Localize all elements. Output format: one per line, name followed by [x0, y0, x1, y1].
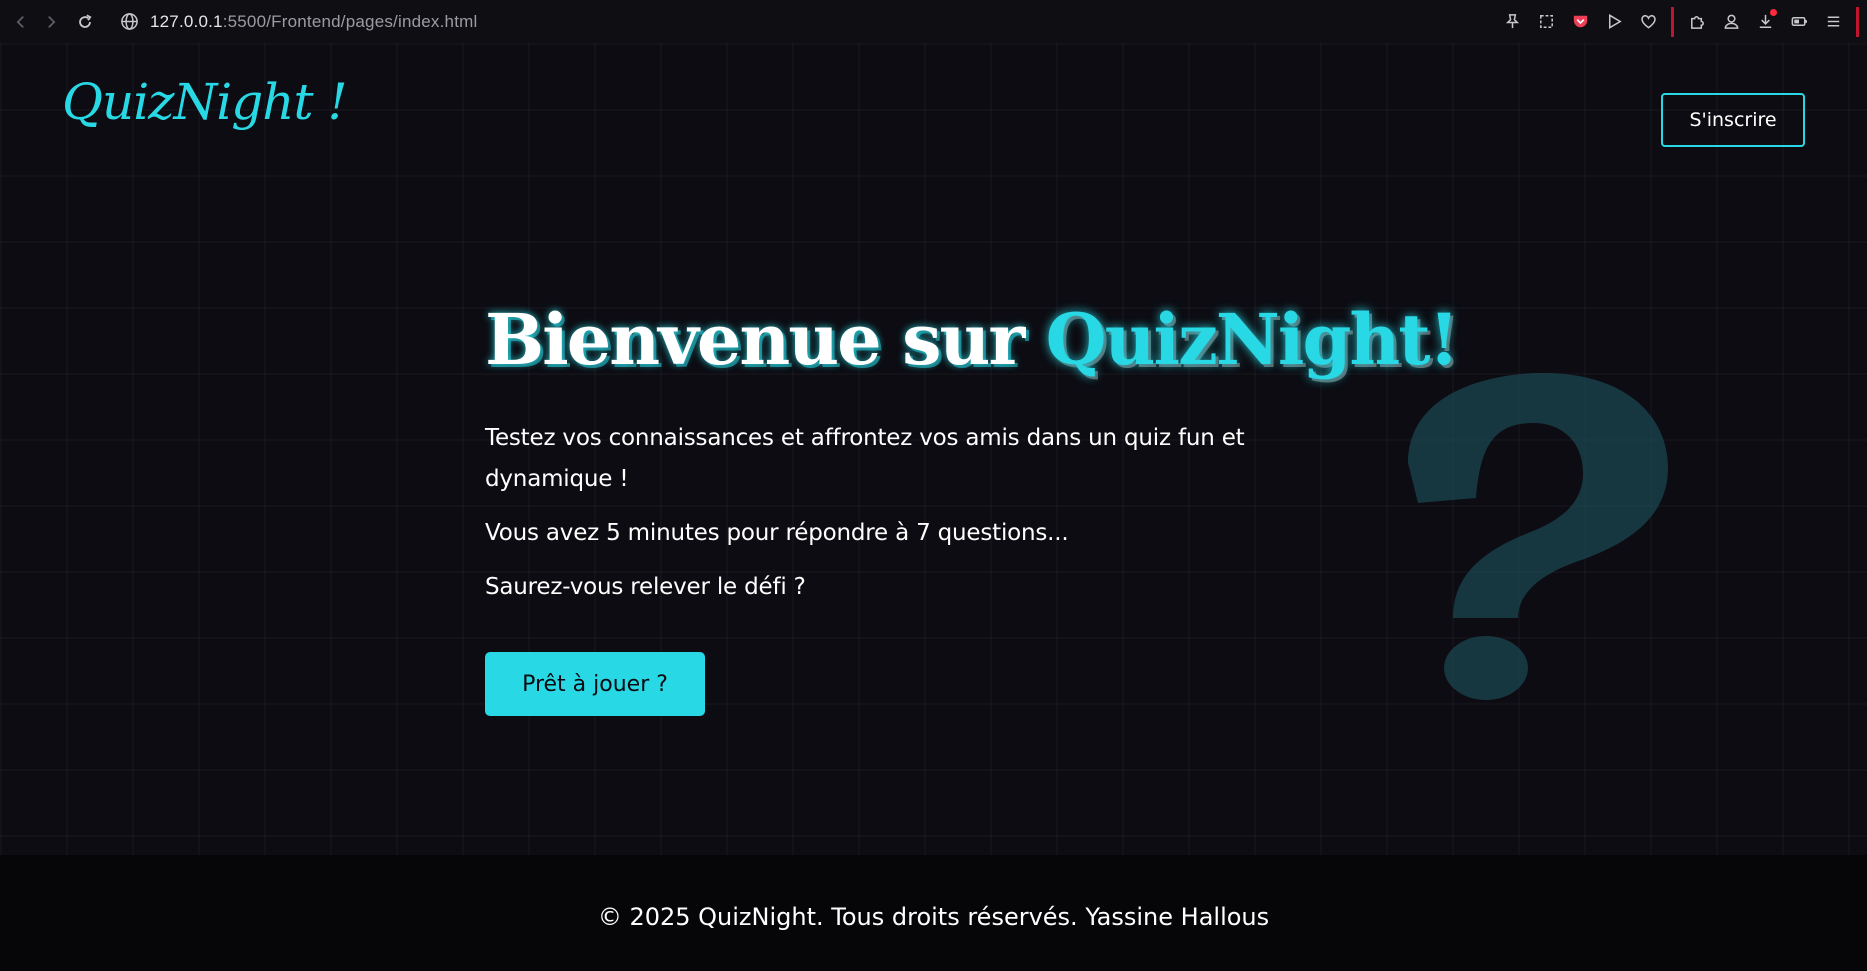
hero-title-accent: QuizNight! [1045, 298, 1460, 381]
screenshot-icon[interactable] [1529, 5, 1563, 39]
pocket-icon[interactable] [1563, 5, 1597, 39]
account-icon[interactable] [1714, 5, 1748, 39]
site-logo[interactable]: QuizNight ! [62, 73, 348, 131]
toolbar-divider [1671, 6, 1674, 37]
puzzle-icon[interactable] [1680, 5, 1714, 39]
url-path: :5500/Frontend/pages/index.html [222, 11, 478, 31]
chevron-left-icon [16, 15, 24, 28]
download-icon[interactable] [1748, 5, 1782, 39]
browser-toolbar: 127.0.0.1:5500/Frontend/pages/index.html [0, 0, 1867, 43]
hero-challenge-text: Saurez-vous relever le défi ? [485, 574, 806, 600]
toolbar-edge-marker [1856, 6, 1859, 37]
play-button[interactable]: Prêt à jouer ? [485, 652, 705, 716]
url-host: 127.0.0.1 [150, 11, 223, 31]
globe-icon [118, 11, 140, 33]
reload-button[interactable] [70, 7, 100, 37]
extension-toolbar [1495, 0, 1859, 43]
hero-intro-text: Testez vos connaissances et affrontez vo… [485, 425, 1245, 492]
site-footer: © 2025 QuizNight. Tous droits réservés. … [0, 855, 1867, 971]
forward-button[interactable] [36, 7, 66, 37]
battery-icon[interactable] [1782, 5, 1816, 39]
hero-rules-text: Vous avez 5 minutes pour répondre à 7 qu… [485, 520, 1069, 546]
page-viewport: QuizNight ! S'inscrire Bienvenue sur Qui… [0, 43, 1867, 971]
hero-title: Bienvenue sur QuizNight! [485, 298, 1459, 382]
play-icon[interactable] [1597, 5, 1631, 39]
hero-section: Bienvenue sur QuizNight! Testez vos conn… [485, 298, 1459, 716]
chevron-right-icon [48, 15, 56, 28]
signup-button[interactable]: S'inscrire [1661, 93, 1805, 147]
reload-icon [79, 13, 92, 28]
menu-icon[interactable] [1816, 5, 1850, 39]
download-badge [1770, 8, 1777, 16]
hero-title-prefix: Bienvenue sur [485, 298, 1025, 381]
footer-copyright: © 2025 QuizNight. Tous droits réservés. … [597, 903, 1270, 931]
site-header: QuizNight ! S'inscrire [0, 43, 1867, 193]
back-button[interactable] [6, 7, 36, 37]
pin-icon[interactable] [1495, 5, 1529, 39]
heart-icon[interactable] [1631, 5, 1665, 39]
address-bar[interactable]: 127.0.0.1:5500/Frontend/pages/index.html [150, 12, 477, 32]
question-mark-icon [1408, 373, 1668, 700]
